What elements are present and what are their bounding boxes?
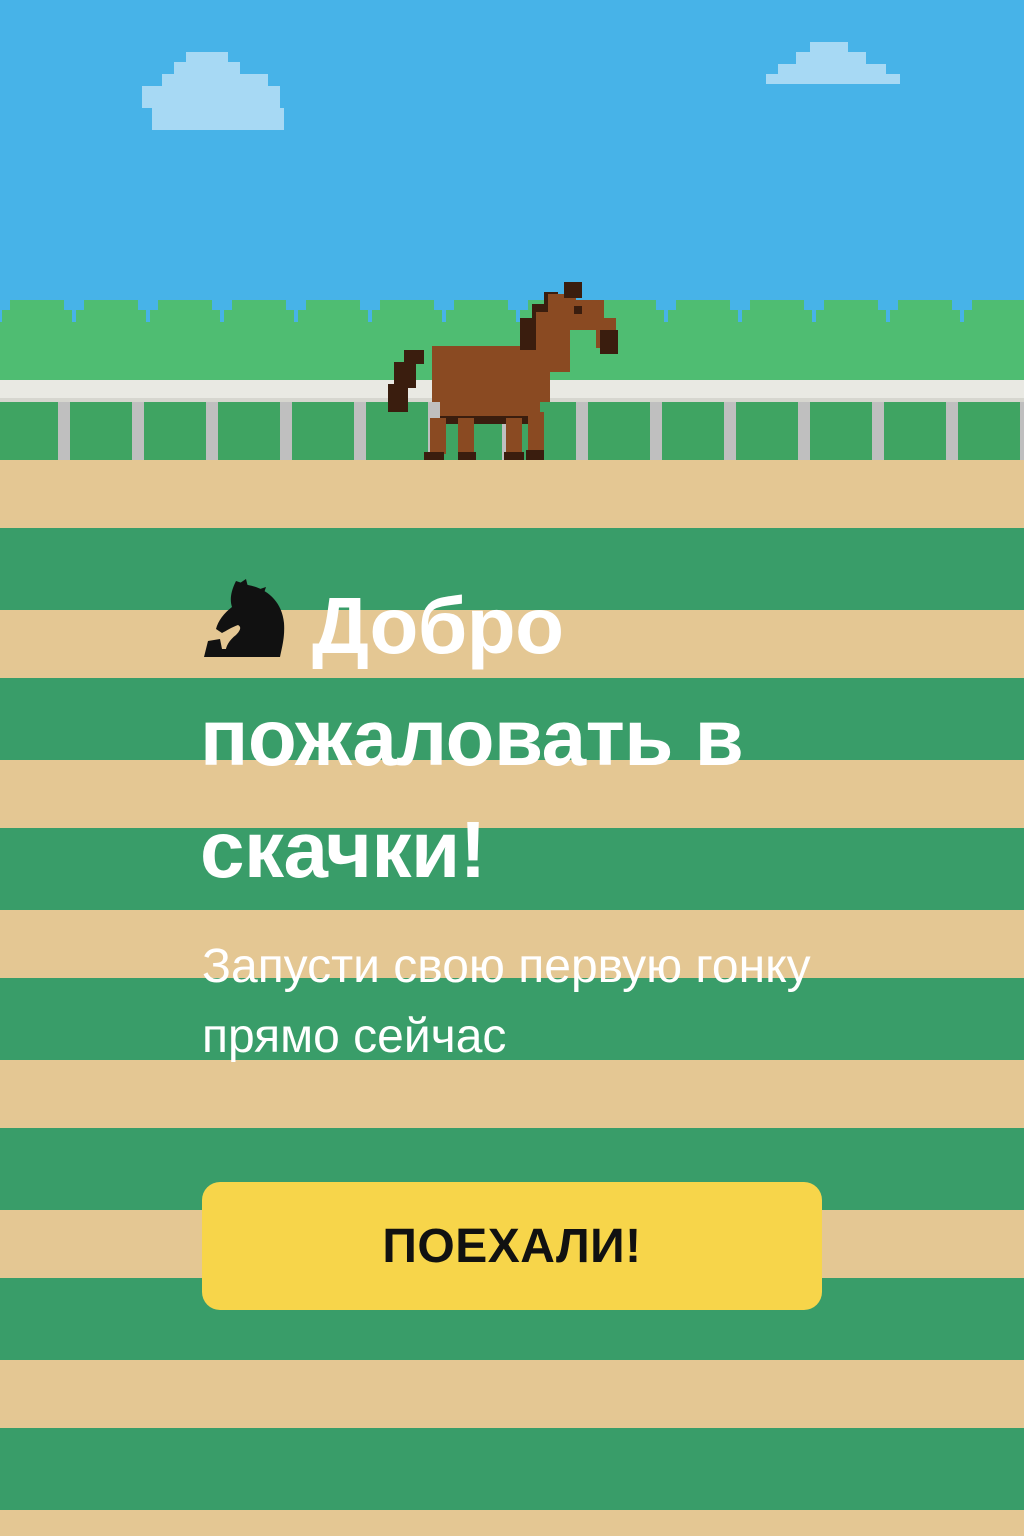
cloud-left-icon bbox=[142, 52, 284, 130]
chess-knight-icon bbox=[204, 579, 285, 657]
cloud-right-icon bbox=[766, 42, 900, 84]
welcome-subtitle: Запусти свою первую гонку прямо сейчас bbox=[202, 940, 811, 1063]
welcome-title: Добро пожаловать в скачки! bbox=[200, 570, 860, 906]
dirt-track bbox=[0, 460, 1024, 530]
racetrack-scenery bbox=[0, 42, 1024, 470]
welcome-screen: Добро пожаловать в скачки! Запусти свою … bbox=[0, 0, 1024, 1536]
start-race-button[interactable]: ПОЕХАЛИ! bbox=[202, 1182, 822, 1310]
